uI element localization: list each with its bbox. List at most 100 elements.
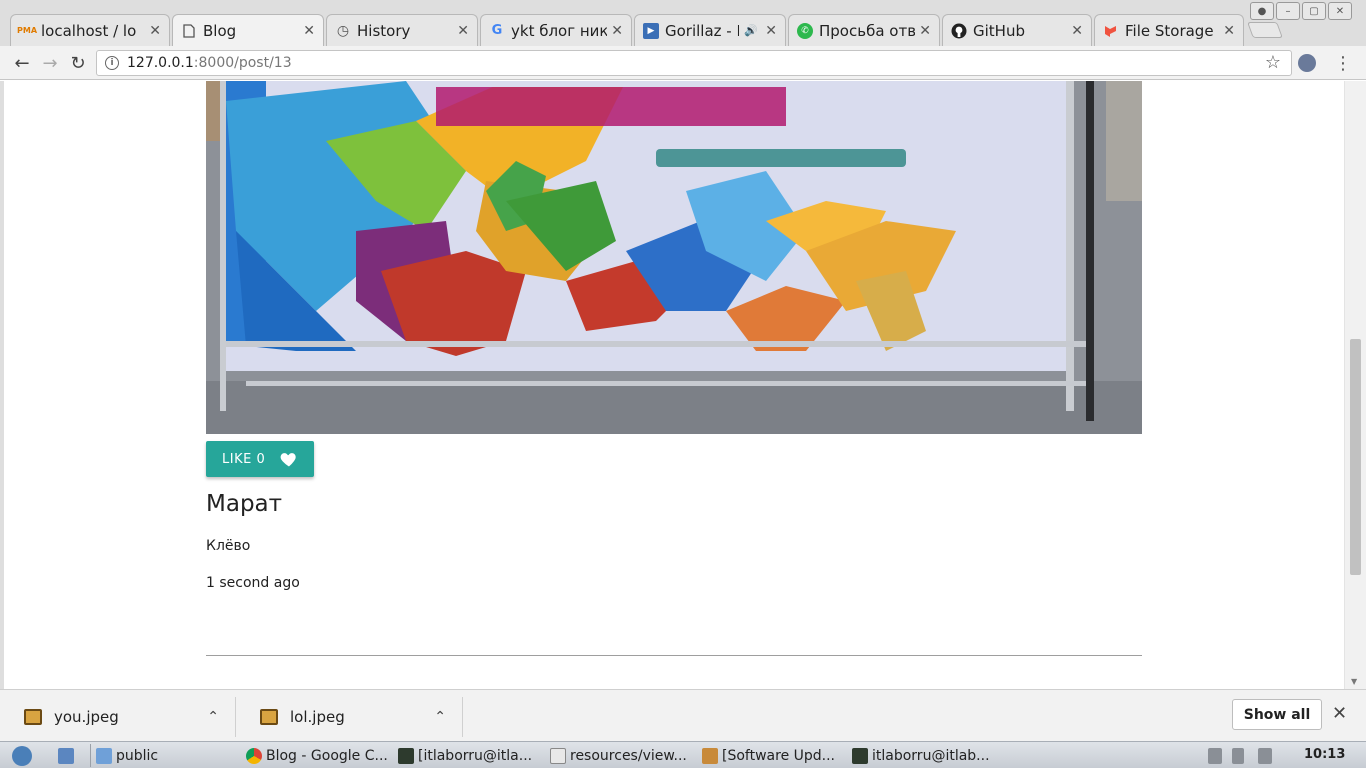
show-desktop-button[interactable]	[58, 744, 78, 767]
tab-file-storage[interactable]: File Storage - ✕	[1094, 14, 1244, 46]
url-host: 127.0.0.1	[127, 55, 194, 71]
tab-title: Blog	[203, 21, 237, 40]
tab-blog[interactable]: Blog ✕	[172, 14, 324, 46]
history-icon: ◷	[336, 22, 350, 39]
heart-icon	[280, 453, 296, 467]
laravel-icon	[1103, 23, 1119, 39]
close-icon[interactable]: ✕	[457, 23, 469, 39]
post-image	[206, 81, 1142, 434]
taskbar-item-label: itlaborru@itlab...	[872, 747, 990, 764]
taskbar-item-chrome[interactable]: Blog - Google C...	[246, 744, 392, 767]
taskbar-item-label: Blog - Google C...	[266, 747, 388, 764]
taskbar-item-label: [itlaborru@itla...	[418, 747, 533, 764]
close-icon[interactable]: ✕	[919, 23, 931, 39]
scrollbar-thumb[interactable]	[1350, 339, 1361, 575]
maximize-icon[interactable]: ▢	[1302, 2, 1326, 20]
download-shelf: you.jpeg ⌃ lol.jpeg ⌃ Show all ✕	[0, 689, 1366, 741]
close-icon[interactable]: ✕	[149, 23, 161, 39]
close-icon[interactable]: ✕	[1223, 23, 1235, 39]
clock[interactable]: 10:13	[1304, 747, 1345, 762]
image-file-icon	[260, 709, 278, 725]
tab-title: Gorillaz - D	[665, 21, 739, 40]
taskbar-item-editor[interactable]: resources/view...	[550, 744, 696, 767]
image-file-icon	[24, 709, 42, 725]
browser-toolbar: ← → ↻ i 127.0.0.1:8000/post/13 ☆ ⋮	[0, 46, 1366, 80]
network-icon[interactable]	[1258, 744, 1276, 767]
tab-title: File Storage -	[1125, 21, 1220, 40]
tab-title: Просьба отве	[819, 21, 916, 40]
taskbar-item-software-update[interactable]: [Software Upd...	[702, 744, 848, 767]
os-taskbar: public Blog - Google C... [itlaborru@itl…	[0, 741, 1366, 768]
chevron-up-icon[interactable]: ⌃	[434, 709, 446, 725]
google-icon: G	[491, 23, 503, 38]
taskbar-item-terminal[interactable]: [itlaborru@itla...	[398, 744, 544, 767]
page-icon	[181, 23, 197, 39]
terminal-icon	[852, 747, 868, 764]
close-icon[interactable]: ✕	[765, 23, 777, 39]
tab-google-search[interactable]: G ykt блог нико ✕	[480, 14, 632, 46]
profile-icon[interactable]: ●	[1250, 2, 1274, 20]
page-viewport: LIKE 0 Марат Клёво 1 second ago ▼	[0, 81, 1366, 689]
chevron-up-icon[interactable]: ⌃	[207, 709, 219, 725]
close-shelf-icon[interactable]: ✕	[1332, 703, 1347, 724]
tab-gorillaz[interactable]: ▶ Gorillaz - D 🔊 ✕	[634, 14, 786, 46]
taskbar-item-public[interactable]: public	[96, 744, 236, 767]
minimize-icon[interactable]: –	[1276, 2, 1300, 20]
scroll-down-arrow-icon[interactable]: ▼	[1351, 677, 1357, 686]
new-tab-button[interactable]	[1247, 22, 1283, 38]
comment-timestamp: 1 second ago	[206, 575, 300, 591]
download-filename: lol.jpeg	[290, 708, 345, 726]
close-icon[interactable]: ✕	[1071, 23, 1083, 39]
battery-status-icon	[1232, 747, 1244, 764]
start-menu-button[interactable]	[12, 744, 36, 767]
download-filename: you.jpeg	[54, 708, 119, 726]
taskbar-item-label: public	[116, 747, 159, 764]
close-window-icon[interactable]: ✕	[1328, 2, 1352, 20]
comment-author: Марат	[206, 491, 283, 517]
taskbar-separator	[90, 744, 91, 767]
tab-message[interactable]: ✆ Просьба отве ✕	[788, 14, 940, 46]
chrome-icon	[246, 747, 262, 764]
bookmark-star-icon[interactable]: ☆	[1265, 52, 1281, 73]
phpmyadmin-icon: PMA	[17, 26, 38, 35]
tab-history[interactable]: ◷ History ✕	[326, 14, 478, 46]
volume-icon[interactable]	[1208, 744, 1226, 767]
taskbar-item-terminal-2[interactable]: itlaborru@itlab...	[852, 744, 998, 767]
site-info-icon[interactable]: i	[105, 56, 119, 70]
tab-localhost[interactable]: PMA localhost / lo ✕	[10, 14, 170, 46]
like-button[interactable]: LIKE 0	[206, 441, 314, 477]
comment-text: Клёво	[206, 538, 251, 554]
folder-icon	[96, 747, 112, 764]
desktop-icon	[58, 747, 74, 764]
tab-github[interactable]: GitHub ✕	[942, 14, 1092, 46]
battery-icon[interactable]	[1232, 744, 1248, 767]
extension-icon[interactable]	[1298, 54, 1316, 72]
like-label: LIKE 0	[222, 451, 266, 467]
tab-title: History	[357, 21, 411, 40]
reload-button[interactable]: ↻	[66, 51, 90, 75]
terminal-icon	[398, 747, 414, 764]
download-item[interactable]: lol.jpeg ⌃	[236, 697, 463, 737]
url-path: :8000/post/13	[193, 55, 292, 71]
close-icon[interactable]: ✕	[303, 23, 315, 39]
back-button[interactable]: ←	[10, 51, 34, 75]
browser-menu-icon[interactable]: ⋮	[1334, 53, 1352, 74]
tab-title: ykt блог нико	[511, 21, 608, 40]
editor-icon	[550, 747, 566, 764]
show-all-button[interactable]: Show all	[1232, 699, 1322, 730]
download-item[interactable]: you.jpeg ⌃	[0, 697, 236, 737]
tab-strip: PMA localhost / lo ✕ Blog ✕ ◷ History ✕ …	[0, 0, 1366, 46]
chat-icon: ✆	[797, 22, 813, 39]
forward-button[interactable]: →	[38, 51, 62, 75]
taskbar-item-label: resources/view...	[570, 747, 687, 764]
start-menu-icon	[12, 745, 32, 766]
page-scrollbar[interactable]: ▼	[1344, 81, 1366, 689]
audio-playing-icon: 🔊	[744, 24, 759, 37]
close-icon[interactable]: ✕	[611, 23, 623, 39]
address-bar[interactable]: i 127.0.0.1:8000/post/13 ☆	[96, 50, 1292, 76]
divider	[206, 655, 1142, 656]
package-icon	[702, 747, 718, 764]
speaker-icon	[1208, 747, 1222, 764]
taskbar-item-label: [Software Upd...	[722, 747, 835, 764]
github-icon	[951, 23, 967, 39]
